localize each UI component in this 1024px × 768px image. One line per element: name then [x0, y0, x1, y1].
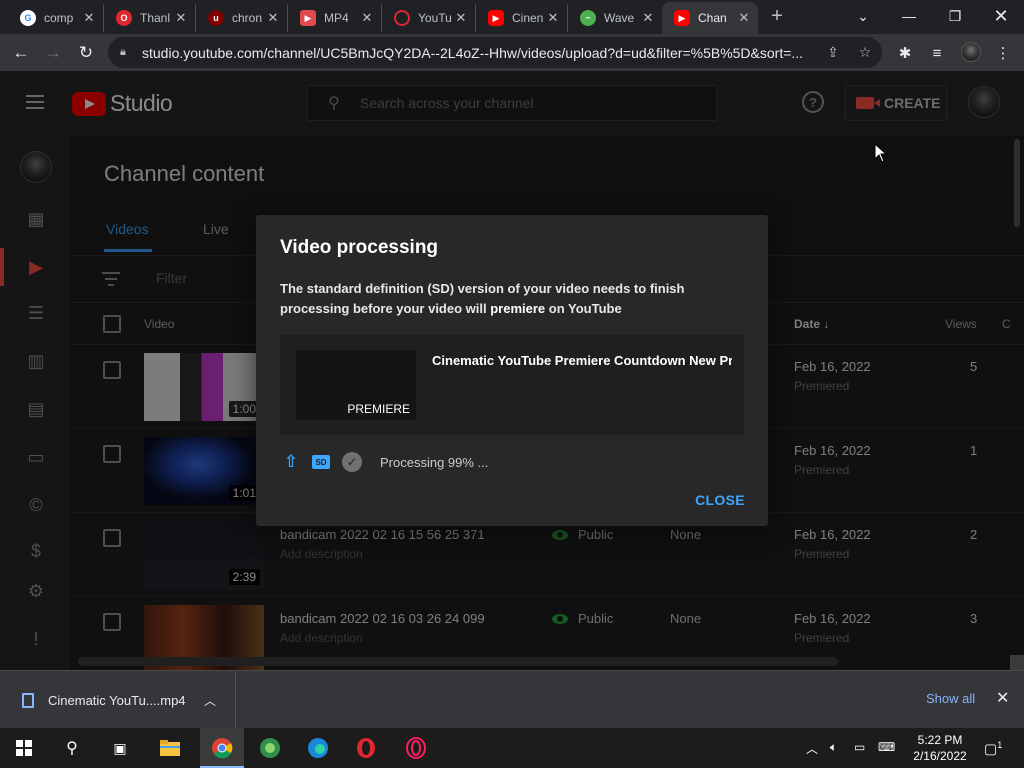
opera-o-icon — [394, 10, 410, 26]
browser-menu-kebab-icon[interactable]: ⋮ — [990, 40, 1016, 66]
opera-gx-icon[interactable] — [402, 734, 430, 762]
browser-tab-active[interactable]: ▶ Chan ✕ — [662, 2, 758, 34]
extensions-puzzle-icon[interactable]: ✱ — [892, 40, 918, 66]
show-all-downloads-link[interactable]: Show all — [926, 691, 975, 706]
forward-arrow-icon[interactable]: → — [40, 40, 66, 66]
youtube-icon: ▶ — [674, 10, 690, 26]
chrome-icon[interactable] — [208, 734, 236, 762]
dialog-title: Video processing — [280, 237, 439, 258]
download-item[interactable]: Cinematic YouTu....mp4 ︿ — [0, 671, 236, 729]
window-close-icon[interactable]: ✕ — [978, 0, 1024, 32]
notification-center-icon[interactable]: ▢1 — [984, 740, 1002, 758]
browser-tab-3[interactable]: u chron ✕ — [196, 4, 288, 32]
tray-overflow-chevron-icon[interactable]: ︿ — [806, 740, 818, 757]
upload-complete-icon: ⇧ — [283, 452, 299, 471]
ublock-icon: u — [208, 10, 224, 26]
reload-icon[interactable]: ↻ — [73, 40, 99, 66]
file-explorer-icon[interactable] — [156, 734, 184, 762]
google-icon: G — [20, 10, 36, 26]
tab-close-icon[interactable]: ✕ — [81, 10, 97, 26]
browser-tab-5[interactable]: YouTu ✕ — [382, 4, 476, 32]
browser-tab-1[interactable]: G comp ✕ — [8, 4, 104, 32]
video-card-title: Cinematic YouTube Premiere Countdown New… — [432, 353, 732, 368]
browser-tab-4[interactable]: ▶ MP4 ✕ — [288, 4, 382, 32]
processing-status: ⇧ SD ✓ Processing 99% ... — [280, 451, 488, 473]
network-icon[interactable]: ▭ — [854, 740, 865, 754]
tab-close-icon[interactable]: ✕ — [265, 10, 281, 26]
windows-start-icon[interactable] — [10, 734, 38, 762]
chevron-up-icon[interactable]: ︿ — [204, 692, 216, 709]
close-downloads-icon[interactable]: ✕ — [996, 688, 1009, 708]
browser-tab-6[interactable]: ▶ Cinen ✕ — [476, 4, 568, 32]
new-tab-plus-icon[interactable]: + — [766, 6, 788, 28]
browser-toolbar: ← → ↻ 🔒︎ studio.youtube.com/channel/UC5B… — [0, 34, 1024, 71]
system-clock[interactable]: 5:22 PM 2/16/2022 — [908, 732, 972, 764]
url-text: studio.youtube.com/channel/UC5BmJcQY2DA-… — [142, 44, 804, 61]
media-queue-icon[interactable]: ≡ — [924, 40, 950, 66]
tab-close-icon[interactable]: ✕ — [173, 10, 189, 26]
tab-close-icon[interactable]: ✕ — [453, 10, 469, 26]
search-icon[interactable]: ⚲ — [58, 734, 86, 762]
sd-processing-icon: SD — [312, 455, 330, 469]
close-button[interactable]: CLOSE — [688, 487, 752, 513]
browser-tab-7[interactable]: ~ Wave ✕ — [568, 4, 662, 32]
youtube-icon: ▶ — [488, 10, 504, 26]
volume-icon[interactable]: 🔈︎ — [830, 740, 837, 755]
task-view-icon[interactable]: ▣ — [106, 734, 134, 762]
browser-tab-strip: G comp ✕ O Thanl ✕ u chron ✕ ▶ MP4 ✕ You… — [0, 0, 1024, 34]
mouse-cursor-icon — [874, 143, 888, 163]
premiere-badge: PREMIERE — [347, 402, 410, 416]
browser-profile-avatar[interactable] — [961, 42, 981, 62]
dialog-message: The standard definition (SD) version of … — [280, 281, 685, 316]
bookmark-star-icon[interactable]: ☆ — [852, 37, 878, 68]
restore-icon[interactable]: ❐ — [932, 0, 978, 32]
opera-icon[interactable] — [352, 734, 380, 762]
wave-icon: ~ — [580, 10, 596, 26]
back-arrow-icon[interactable]: ← — [8, 40, 34, 66]
check-circle-icon: ✓ — [342, 452, 362, 472]
share-icon[interactable]: ⇪ — [820, 37, 846, 68]
mp4-app-icon: ▶ — [300, 10, 316, 26]
tab-close-icon[interactable]: ✕ — [545, 10, 561, 26]
processing-status-text: Processing 99% ... — [380, 454, 489, 470]
screen: G comp ✕ O Thanl ✕ u chron ✕ ▶ MP4 ✕ You… — [0, 0, 1024, 768]
keyboard-icon[interactable]: ⌨ — [878, 740, 895, 754]
edge-canary-icon[interactable] — [256, 734, 284, 762]
downloads-bar: Cinematic YouTu....mp4 ︿ Show all ✕ — [0, 670, 1024, 729]
file-icon — [22, 692, 34, 708]
tab-close-icon[interactable]: ✕ — [736, 10, 752, 26]
video-card: PREMIERE Cinematic YouTube Premiere Coun… — [280, 335, 744, 435]
opera-icon: O — [116, 10, 132, 26]
download-filename: Cinematic YouTu....mp4 — [48, 692, 186, 708]
video-card-thumbnail: PREMIERE — [296, 350, 416, 420]
tab-close-icon[interactable]: ✕ — [359, 10, 375, 26]
minimize-icon[interactable]: — — [886, 0, 932, 32]
tab-close-icon[interactable]: ✕ — [640, 10, 656, 26]
windows-taskbar: ⚲ ▣ ︿ 🔈︎ ▭ ⌨ 5:22 PM 2/16/2022 ▢1 — [0, 728, 1024, 768]
browser-tab-2[interactable]: O Thanl ✕ — [104, 4, 196, 32]
lock-icon: 🔒︎ — [120, 46, 126, 58]
address-bar[interactable]: 🔒︎ studio.youtube.com/channel/UC5BmJcQY2… — [108, 37, 882, 68]
edge-icon[interactable] — [304, 734, 332, 762]
video-processing-dialog: Video processing The standard definition… — [256, 215, 768, 526]
tab-search-chevron-icon[interactable]: ⌄ — [840, 0, 886, 32]
